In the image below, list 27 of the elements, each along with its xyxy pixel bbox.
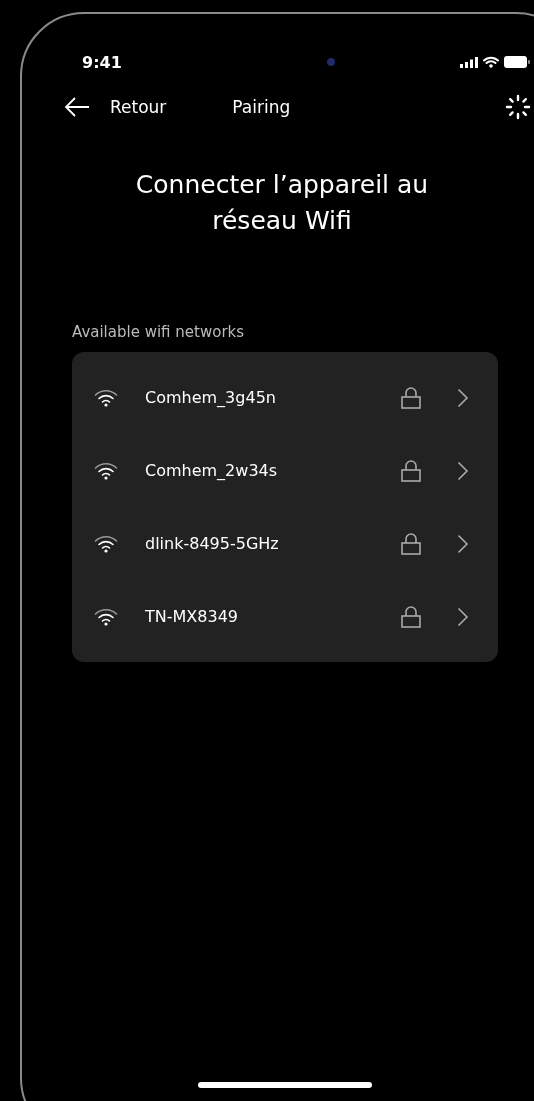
chevron-right-icon (457, 387, 469, 408)
section-label: Available wifi networks (72, 323, 246, 341)
chevron-right-icon (457, 533, 469, 554)
network-row[interactable]: Comhem_3g45n (72, 361, 498, 434)
chevron-right-icon (457, 606, 469, 627)
battery-icon (504, 56, 530, 68)
network-row[interactable]: Comhem_2w34s (72, 434, 498, 507)
status-time: 9:41 (82, 52, 123, 72)
wifi-status-icon (483, 56, 499, 68)
camera-icon (327, 58, 335, 66)
back-arrow-icon (64, 97, 90, 117)
back-button[interactable]: Retour (64, 97, 167, 117)
loading-spinner-icon (505, 94, 531, 120)
signal-icon (460, 56, 478, 68)
network-row[interactable]: TN-MX8349 (72, 580, 498, 653)
chevron-right-icon (457, 460, 469, 481)
network-name: dlink-8495-5GHz (145, 534, 280, 553)
wifi-icon (94, 534, 118, 553)
page-heading: Connecter l’appareil au réseau Wifi (134, 169, 430, 237)
wifi-icon (94, 607, 118, 626)
wifi-icon (94, 388, 118, 407)
nav-title: Pairing (232, 97, 291, 117)
wifi-icon (94, 461, 118, 480)
network-name: Comhem_3g45n (145, 388, 277, 407)
network-name: TN-MX8349 (145, 607, 239, 626)
network-row[interactable]: dlink-8495-5GHz (72, 507, 498, 580)
network-name: Comhem_2w34s (145, 461, 279, 480)
